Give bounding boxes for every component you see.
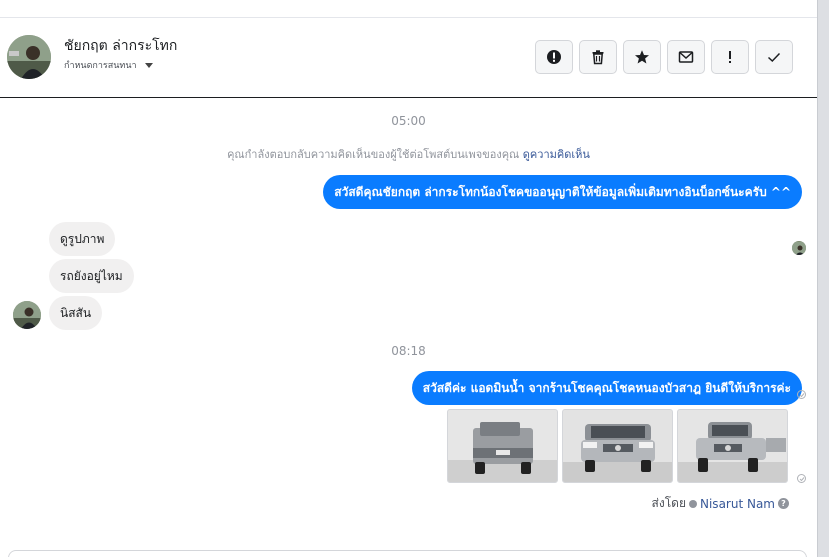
envelope-icon — [678, 51, 694, 63]
delete-button[interactable] — [579, 40, 617, 74]
header-actions — [535, 40, 793, 74]
sender-avatar[interactable] — [13, 301, 41, 329]
message-composer[interactable] — [8, 550, 807, 557]
read-receipt-avatar — [792, 241, 806, 255]
mark-unread-button[interactable] — [667, 40, 705, 74]
star-icon — [635, 50, 649, 64]
done-button[interactable] — [755, 40, 793, 74]
exclamation-icon — [729, 51, 731, 63]
sent-by-line: ส่งโดย Nisarut Nam ? — [652, 494, 789, 513]
check-icon — [767, 52, 781, 63]
scrollbar[interactable] — [817, 0, 829, 557]
contact-avatar[interactable] — [7, 35, 51, 79]
incoming-message[interactable]: ดูรูปภาพ — [49, 222, 116, 256]
trash-icon — [592, 50, 604, 65]
incoming-message[interactable]: รถยังอยู่ไหม — [49, 259, 134, 293]
view-comment-link[interactable]: ดูความคิดเห็น — [523, 148, 590, 161]
caret-down-icon — [144, 62, 153, 68]
sender-name-link[interactable]: Nisarut Nam — [700, 497, 775, 511]
incoming-message[interactable]: นิสสัน — [49, 296, 103, 330]
conversation-label-dropdown[interactable]: กำหนดการสนทนา — [64, 58, 153, 72]
truck-photo[interactable] — [562, 409, 673, 483]
star-button[interactable] — [623, 40, 661, 74]
status-dot-icon — [689, 499, 697, 508]
truck-photo[interactable] — [677, 409, 788, 483]
follow-up-button[interactable] — [711, 40, 749, 74]
alert-circle-icon — [547, 50, 561, 64]
notice-text: คุณกำลังตอบกลับความคิดเห็นของผู้ใช้ต่อโพ… — [227, 148, 520, 161]
outgoing-message[interactable]: สวัสดีคุณชัยกฤต ล่ากระโทกน้องโชคขออนุญาต… — [323, 175, 802, 209]
timestamp: 08:18 — [391, 344, 426, 358]
conversation-header: ชัยกฤต ล่ากระโทก กำหนดการสนทนา — [0, 18, 817, 98]
help-icon[interactable]: ? — [778, 498, 789, 509]
spam-button[interactable] — [535, 40, 573, 74]
contact-name[interactable]: ชัยกฤต ล่ากระโทก — [64, 35, 177, 57]
timestamp: 05:00 — [391, 114, 426, 128]
truck-photo[interactable] — [447, 409, 558, 483]
sent-status-icon — [797, 474, 806, 483]
top-strip — [0, 0, 817, 18]
sent-by-label: ส่งโดย — [651, 496, 686, 510]
outgoing-message[interactable]: สวัสดีค่ะ แอดมินน้ำ จากร้านโชคคุณโชคหนอง… — [411, 371, 802, 405]
sent-status-icon — [797, 390, 806, 399]
comment-reply-notice: คุณกำลังตอบกลับความคิดเห็นของผู้ใช้ต่อโพ… — [0, 145, 817, 163]
conversation-label-text: กำหนดการสนทนา — [64, 61, 137, 71]
